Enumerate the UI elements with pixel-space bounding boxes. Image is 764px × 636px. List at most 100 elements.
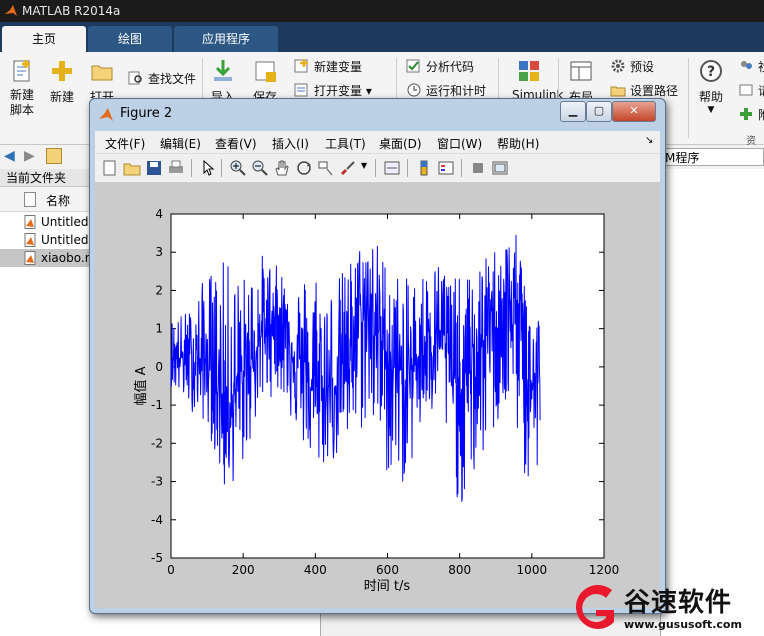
open-file-icon[interactable] <box>123 159 141 177</box>
dock-arrow-icon[interactable]: ↘ <box>645 135 653 146</box>
analyze-code-icon <box>406 59 420 73</box>
close-icon: ✕ <box>629 104 639 117</box>
plus-icon <box>52 61 72 81</box>
open-variable-button[interactable]: 打开变量 ▾ <box>294 82 372 99</box>
y-tick-label: 0 <box>155 360 163 374</box>
hide-plot-tools-icon[interactable] <box>469 159 487 177</box>
brush-icon[interactable] <box>339 159 357 177</box>
menu-desktop[interactable]: 桌面(D) <box>379 135 422 152</box>
matlab-logo-icon <box>5 5 17 16</box>
request-support-button[interactable]: 请 <box>738 82 764 99</box>
app-title: MATLAB R2014a <box>22 4 121 18</box>
y-tick-label: -2 <box>151 436 163 450</box>
x-tick-label: 1000 <box>517 563 548 577</box>
watermark-url: www.gususoft.com <box>624 618 742 631</box>
column-name-header[interactable]: 名称 <box>46 192 70 209</box>
toolbar-separator <box>191 159 192 177</box>
new-variable-label: 新建变量 <box>314 60 363 74</box>
forward-arrow-icon[interactable]: ▶ <box>24 148 35 164</box>
menu-tools[interactable]: 工具(T) <box>325 135 366 152</box>
legend-icon[interactable] <box>437 159 455 177</box>
layout-icon <box>570 61 592 81</box>
menu-window[interactable]: 窗口(W) <box>437 135 482 152</box>
y-tick-label: -1 <box>151 398 163 412</box>
y-axis-label: 幅值 A <box>133 366 149 405</box>
new-button[interactable]: 新建 <box>46 58 78 105</box>
help-label: 帮助 <box>698 90 723 104</box>
menu-insert[interactable]: 插入(I) <box>272 135 309 152</box>
dropdown-arrow-icon: ▾ <box>362 84 372 98</box>
watermark: 谷速软件 www.gususoft.com <box>568 580 764 636</box>
run-and-time-button[interactable]: 运行和计时 <box>406 82 486 99</box>
import-icon <box>214 60 232 81</box>
gear-icon <box>611 59 625 73</box>
y-tick-label: 2 <box>155 283 163 297</box>
matlab-titlebar: MATLAB R2014a <box>0 0 764 22</box>
y-tick-label: 4 <box>155 207 163 221</box>
find-files-label: 查找文件 <box>148 72 197 86</box>
toolbar-separator <box>375 159 376 177</box>
pointer-icon[interactable] <box>199 159 217 177</box>
new-label: 新建 <box>49 90 74 104</box>
save-icon[interactable] <box>145 159 163 177</box>
menu-edit[interactable]: 编辑(E) <box>160 135 201 152</box>
addons-button[interactable]: 附 <box>738 106 764 123</box>
run-and-time-label: 运行和计时 <box>426 84 487 98</box>
toolbar-separator <box>221 159 222 177</box>
folder-open-icon <box>91 65 113 81</box>
set-path-icon <box>610 86 626 97</box>
m-file-icon <box>24 251 37 265</box>
colorbar-icon[interactable] <box>415 159 433 177</box>
menu-help[interactable]: 帮助(H) <box>497 135 539 152</box>
print-icon[interactable] <box>167 159 185 177</box>
set-path-button[interactable]: 设置路径 <box>610 82 678 99</box>
open-variable-label: 打开变量 <box>314 84 363 98</box>
community-button[interactable]: 社 <box>738 58 764 75</box>
maximize-button[interactable]: ▢ <box>586 101 612 122</box>
rotate-3d-icon[interactable] <box>295 159 313 177</box>
dropdown-arrow-icon[interactable]: ▼ <box>361 161 367 170</box>
back-arrow-icon[interactable]: ◀ <box>4 148 15 164</box>
close-button[interactable]: ✕ <box>612 101 656 122</box>
preferences-button[interactable]: 预设 <box>610 58 654 75</box>
help-icon: ? <box>700 60 722 82</box>
zoom-in-icon[interactable] <box>229 159 247 177</box>
x-axis-label: 时间 t/s <box>364 579 411 594</box>
tab-plots[interactable]: 绘图 <box>88 26 172 52</box>
zoom-out-icon[interactable] <box>251 159 269 177</box>
up-folder-icon[interactable] <box>46 148 62 164</box>
new-script-button[interactable]: 新建 脚本 <box>6 58 38 118</box>
preferences-label: 预设 <box>630 60 655 74</box>
show-plot-tools-icon[interactable] <box>491 159 509 177</box>
menu-view[interactable]: 查看(V) <box>215 135 257 152</box>
figure-titlebar[interactable]: Figure 2 ▁ ▢ ✕ <box>90 99 665 129</box>
tab-apps[interactable]: 应用程序 <box>174 26 278 52</box>
link-plot-icon[interactable] <box>383 159 401 177</box>
simulink-button[interactable]: Simulink <box>512 58 563 102</box>
help-button[interactable]: ? 帮助 ▼ <box>696 58 726 115</box>
address-path-field[interactable]: M程序 <box>660 148 764 166</box>
find-files-button[interactable]: 查找文件 <box>128 70 196 87</box>
dropdown-arrow-icon: ▼ <box>707 105 715 115</box>
analyze-code-button[interactable]: 分析代码 <box>406 58 474 75</box>
plus-green-icon <box>740 108 752 120</box>
figure-window: Figure 2 ▁ ▢ ✕ 文件(F) 编辑(E) 查看(V) 插入(I) 工… <box>89 98 666 614</box>
request-support-label: 请 <box>758 84 764 98</box>
x-tick-label: 600 <box>376 563 399 577</box>
menu-file[interactable]: 文件(F) <box>105 135 145 152</box>
m-file-icon <box>24 233 37 247</box>
pan-hand-icon[interactable] <box>273 159 291 177</box>
maximize-icon: ▢ <box>593 104 605 117</box>
figure-toolbar: ▼ <box>95 153 660 183</box>
minimize-button[interactable]: ▁ <box>560 101 586 122</box>
x-tick-label: 800 <box>448 563 471 577</box>
plot-area <box>170 213 605 559</box>
y-tick-label: 1 <box>155 322 163 336</box>
data-cursor-icon[interactable] <box>317 159 335 177</box>
m-file-icon <box>24 215 37 229</box>
tab-home[interactable]: 主页 <box>2 26 86 52</box>
new-variable-button[interactable]: 新建变量 <box>294 58 362 75</box>
new-figure-icon[interactable] <box>101 159 119 177</box>
community-label: 社 <box>758 60 764 74</box>
toolbar-separator <box>407 159 408 177</box>
